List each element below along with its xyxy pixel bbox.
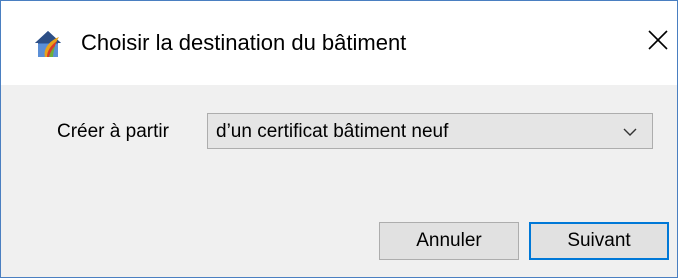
source-label: Créer à partir	[57, 121, 169, 142]
close-icon	[647, 29, 669, 56]
dialog-window: Choisir la destination du bâtiment Créer…	[0, 0, 678, 278]
next-button[interactable]: Suivant	[529, 222, 669, 260]
chevron-down-icon	[622, 124, 638, 140]
close-button[interactable]	[641, 25, 675, 59]
source-select-value: d’un certificat bâtiment neuf	[216, 121, 449, 142]
dialog-title: Choisir la destination du bâtiment	[81, 30, 407, 55]
dialog-content: Créer à partir d’un certificat bâtiment …	[1, 85, 677, 277]
title-bar: Choisir la destination du bâtiment	[1, 1, 677, 85]
cancel-button[interactable]: Annuler	[379, 222, 519, 260]
source-select[interactable]: d’un certificat bâtiment neuf	[207, 113, 653, 149]
building-house-icon	[31, 27, 65, 61]
